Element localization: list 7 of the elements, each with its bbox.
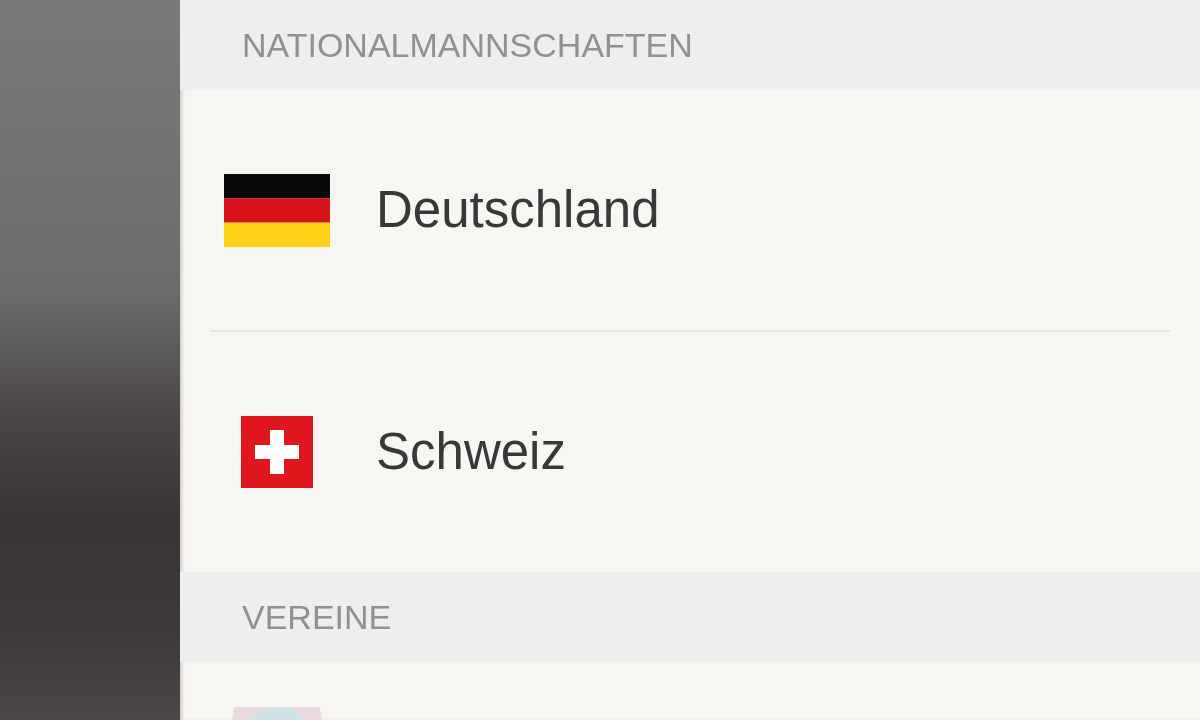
swiss-flag-icon (241, 416, 313, 488)
german-flag-icon (224, 173, 330, 247)
team-name[interactable]: Schweiz (376, 423, 566, 481)
team-name[interactable]: Deutschland (376, 181, 660, 239)
section-title: VEREINE (242, 600, 392, 634)
emblem-icon (232, 707, 322, 720)
section-title: NATIONALMANNSCHAFTEN (242, 28, 693, 62)
